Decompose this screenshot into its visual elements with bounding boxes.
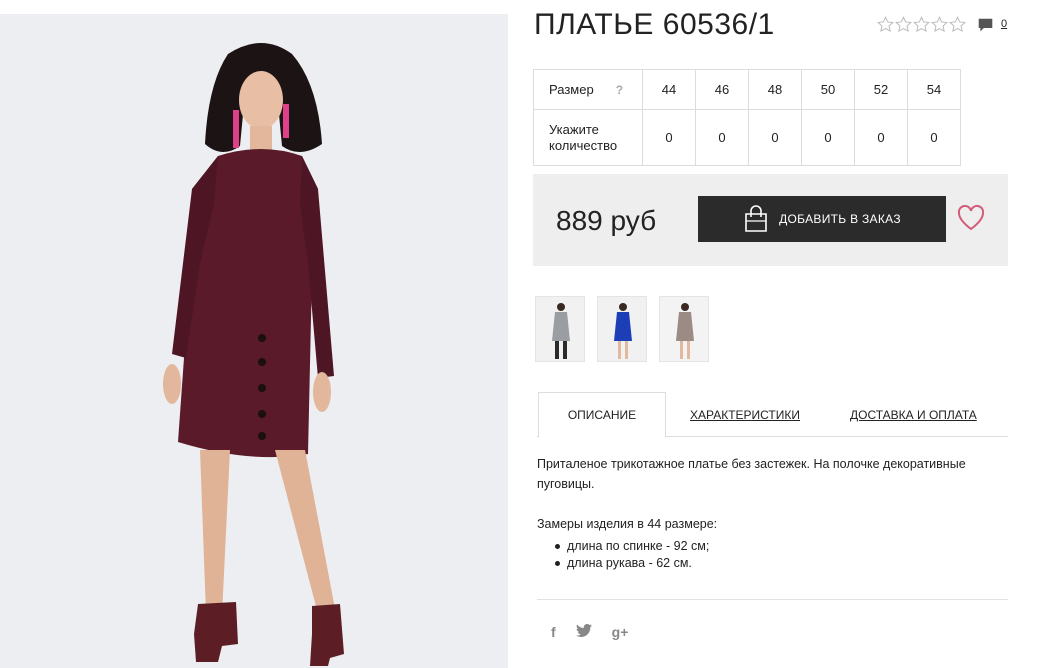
tab-characteristics[interactable]: ХАРАКТЕРИСТИКИ	[690, 392, 800, 437]
measurements-list: длина по спинке - 92 см; длина рукава - …	[555, 538, 709, 572]
twitter-bird-icon	[575, 623, 592, 637]
rating-stars[interactable]	[877, 16, 966, 33]
measurement-item: длина по спинке - 92 см;	[555, 538, 709, 555]
comments-count[interactable]: 0	[1001, 18, 1007, 30]
quantity-label-line2: количество	[549, 137, 618, 153]
thumbnail-blue[interactable]	[597, 296, 647, 362]
star-icon[interactable]	[931, 16, 948, 33]
thumbnail-beige[interactable]	[659, 296, 709, 362]
quantity-input[interactable]: 0	[854, 109, 908, 166]
star-icon[interactable]	[895, 16, 912, 33]
star-icon[interactable]	[949, 16, 966, 33]
star-icon[interactable]	[913, 16, 930, 33]
googleplus-icon[interactable]: g+	[612, 624, 629, 640]
comment-icon	[978, 18, 993, 32]
quantity-input[interactable]: 0	[907, 109, 961, 166]
price-box: 889 руб ДОБАВИТЬ В ЗАКАЗ	[533, 174, 1008, 266]
add-to-order-label: ДОБАВИТЬ В ЗАКАЗ	[779, 212, 901, 226]
beige-dress-thumbnail	[660, 297, 708, 361]
size-table: Размер? 44 46 48 50 52 54 Укажите количес…	[533, 69, 961, 166]
measurements-title: Замеры изделия в 44 размере:	[537, 517, 718, 531]
tab-delivery[interactable]: ДОСТАВКА И ОПЛАТА	[850, 392, 977, 437]
dress-model-illustration	[0, 14, 508, 668]
size-option: 52	[854, 69, 908, 110]
size-option: 50	[801, 69, 855, 110]
size-option: 46	[695, 69, 749, 110]
tab-description[interactable]: ОПИСАНИЕ	[538, 392, 666, 438]
quantity-label-line1: Укажите	[549, 121, 599, 137]
size-help-icon[interactable]: ?	[616, 83, 623, 97]
social-share: f g+	[551, 623, 629, 640]
quantity-input[interactable]: 0	[801, 109, 855, 166]
add-to-order-button[interactable]: ДОБАВИТЬ В ЗАКАЗ	[698, 196, 946, 242]
quantity-label-cell: Укажите количество	[533, 109, 643, 166]
shopping-bag-icon	[745, 205, 767, 232]
blue-dress-thumbnail	[598, 297, 646, 361]
size-option: 44	[642, 69, 696, 110]
size-option: 48	[748, 69, 802, 110]
thumbnail-grey[interactable]	[535, 296, 585, 362]
star-icon[interactable]	[877, 16, 894, 33]
grey-dress-thumbnail	[536, 297, 584, 361]
product-image[interactable]	[0, 14, 508, 668]
heart-icon[interactable]	[957, 205, 985, 231]
quantity-input[interactable]: 0	[642, 109, 696, 166]
measurement-item: длина рукава - 62 см.	[555, 555, 709, 572]
color-thumbnails	[535, 296, 709, 362]
quantity-input[interactable]: 0	[695, 109, 749, 166]
comments-link[interactable]: 0	[977, 17, 1007, 34]
size-label-cell: Размер?	[533, 69, 643, 110]
twitter-icon[interactable]	[575, 623, 592, 640]
price: 889 руб	[556, 205, 657, 236]
size-option: 54	[907, 69, 961, 110]
quantity-input[interactable]: 0	[748, 109, 802, 166]
facebook-icon[interactable]: f	[551, 624, 556, 640]
product-title: ПЛАТЬЕ 60536/1	[534, 8, 775, 41]
size-label: Размер	[549, 81, 594, 97]
product-tabs: ОПИСАНИЕ ХАРАКТЕРИСТИКИ ДОСТАВКА И ОПЛАТ…	[537, 392, 1008, 438]
description-text: Приталеное трикотажное платье без застеж…	[537, 457, 966, 491]
divider	[537, 599, 1008, 600]
